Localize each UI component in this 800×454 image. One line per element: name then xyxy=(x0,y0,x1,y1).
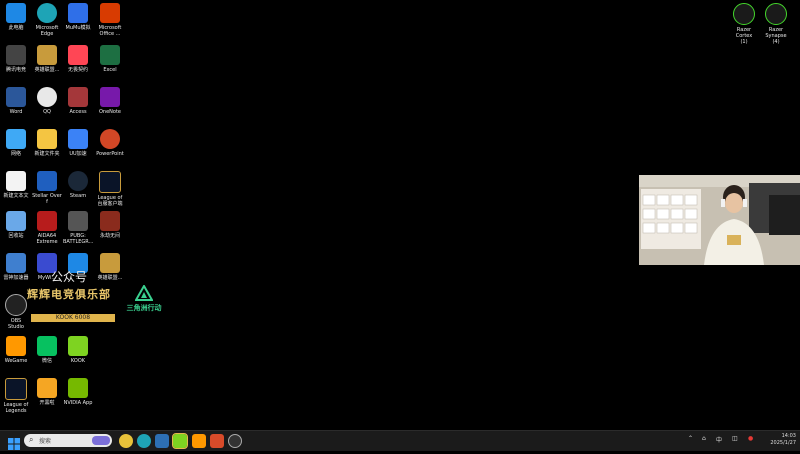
delta-force-logo: 三角洲行动 xyxy=(124,283,164,315)
valorant-icon xyxy=(68,45,88,65)
desktop-icon-onenote[interactable]: OneNote xyxy=(95,87,125,115)
windows-logo-icon xyxy=(8,438,20,450)
tray-razer-icon[interactable]: ● xyxy=(748,435,753,442)
taskbar-app-red-icon[interactable] xyxy=(210,434,224,448)
desktop: 此电脑 腾讯电竞 Word 网络 新建文本文 回收站 雷神加速器 OBS Stu… xyxy=(0,0,800,430)
qq-icon xyxy=(37,87,57,107)
desktop-icon-razer-cortex[interactable]: Razer Cortex (1) xyxy=(729,3,759,45)
desktop-icon-league[interactable]: League of Legends xyxy=(1,378,31,414)
tray-ime-label[interactable]: 中 xyxy=(716,435,722,444)
desktop-icon-edge[interactable]: Microsoft Edge xyxy=(32,3,62,37)
search-highlight-icon xyxy=(92,436,110,445)
obs-icon xyxy=(5,294,27,316)
steam-icon xyxy=(68,171,88,191)
pubg-icon xyxy=(68,211,88,231)
desktop-icon-kook[interactable]: KOOK xyxy=(63,336,93,364)
search-placeholder: 搜索 xyxy=(39,438,52,445)
webcam-overlay xyxy=(639,175,800,265)
desktop-icon-word[interactable]: Word xyxy=(1,87,31,115)
network-icon xyxy=(6,129,26,149)
club-sub-label: KOOK 6008 xyxy=(31,314,115,322)
delta-force-label: 三角洲行动 xyxy=(126,304,162,312)
lol-icon xyxy=(37,45,57,65)
lol-icon xyxy=(99,171,121,193)
tray-time: 14:03 xyxy=(781,433,796,439)
recycle-bin-icon xyxy=(6,211,26,231)
app-icon xyxy=(37,378,57,398)
nvidia-icon xyxy=(68,378,88,398)
desktop-icon-this-pc[interactable]: 此电脑 xyxy=(1,3,31,31)
tray-app-icon[interactable]: ◫ xyxy=(732,435,738,442)
kook-icon xyxy=(68,336,88,356)
search-icon: ⌕ xyxy=(29,435,34,444)
desktop-icon-stellar[interactable]: Stellar Over f xyxy=(32,171,62,205)
desktop-icon-access[interactable]: Access xyxy=(63,87,93,115)
tray-network-icon[interactable]: ⌂ xyxy=(702,435,706,442)
taskbar-obs-icon[interactable] xyxy=(228,434,242,448)
desktop-icon-valorant[interactable]: 无畏契约 xyxy=(63,45,93,73)
desktop-icon-text-file[interactable]: 新建文本文 xyxy=(1,171,31,199)
access-icon xyxy=(68,87,88,107)
desktop-icon-wechat[interactable]: 微信 xyxy=(32,336,62,364)
app-icon xyxy=(6,336,26,356)
desktop-icon-lol-tw[interactable]: League of 台服客户端 xyxy=(95,171,125,207)
word-icon xyxy=(6,87,26,107)
wechat-icon xyxy=(37,336,57,356)
desktop-icon-office[interactable]: Microsoft Office ... xyxy=(95,3,125,37)
start-button[interactable] xyxy=(8,435,20,450)
public-account-label: 公众号 xyxy=(51,270,88,284)
desktop-icon-nvidia[interactable]: NVIDIA App xyxy=(63,378,93,406)
desktop-icon-lol-cn[interactable]: 英雄联盟... xyxy=(32,45,62,73)
uu-icon xyxy=(68,129,88,149)
taskbar-wegame-icon[interactable] xyxy=(192,434,206,448)
desktop-icon-powerpoint[interactable]: PowerPoint xyxy=(95,129,125,157)
desktop-icon-folder[interactable]: 新建文件夹 xyxy=(32,129,62,157)
desktop-icon-mumu[interactable]: MuMu模拟 xyxy=(63,3,93,31)
desktop-icon-kaiheila[interactable]: 开黑啦 xyxy=(32,378,62,406)
desktop-icon-uu[interactable]: UU加速 xyxy=(63,129,93,157)
powerpoint-icon xyxy=(100,129,120,149)
lol-icon xyxy=(5,378,27,400)
delta-triangle-icon xyxy=(134,283,154,301)
club-banner-overlay: 公众号 辉辉电竞俱乐部 KOOK 6008 xyxy=(27,268,119,326)
taskbar-settings-icon[interactable] xyxy=(155,434,169,448)
mumu-icon xyxy=(68,3,88,23)
club-name-label: 辉辉电竞俱乐部 xyxy=(27,288,111,301)
desktop-icon-recycle-bin[interactable]: 回收站 xyxy=(1,211,31,239)
app-icon xyxy=(6,45,26,65)
tray-date: 2025/1/27 xyxy=(770,440,796,446)
razer-icon xyxy=(733,3,755,25)
desktop-icon-aida64[interactable]: AIDA64 Extreme xyxy=(32,211,62,245)
desktop-icon-qq[interactable]: QQ xyxy=(32,87,62,115)
taskbar-edge-icon[interactable] xyxy=(137,434,151,448)
taskbar-widget-icon[interactable] xyxy=(119,434,133,448)
app-icon xyxy=(37,171,57,191)
tray-chevron-up-icon[interactable]: ⌃ xyxy=(688,435,693,442)
desktop-icon-razer-synapse[interactable]: Razer Synapse (4) xyxy=(761,3,791,45)
desktop-icon-excel[interactable]: Excel xyxy=(95,45,125,73)
desktop-icon-steam[interactable]: Steam xyxy=(63,171,93,199)
office-icon xyxy=(100,3,120,23)
app-icon xyxy=(6,253,26,273)
taskbar-search-box[interactable]: ⌕ 搜索 xyxy=(24,434,112,447)
desktop-icon-wegame[interactable]: WeGame xyxy=(1,336,31,364)
aida64-icon xyxy=(37,211,57,231)
webcam-image xyxy=(639,175,800,265)
desktop-icon-naraka[interactable]: 永劫无间 xyxy=(95,211,125,239)
folder-icon xyxy=(37,129,57,149)
edge-icon xyxy=(37,3,57,23)
razer-icon xyxy=(765,3,787,25)
onenote-icon xyxy=(100,87,120,107)
desktop-icon-tencent[interactable]: 腾讯电竞 xyxy=(1,45,31,73)
desktop-icon-pubg[interactable]: PUBG: BATTLEGR... xyxy=(63,211,93,245)
text-file-icon xyxy=(6,171,26,191)
computer-icon xyxy=(6,3,26,23)
tray-clock[interactable]: 14:03 2025/1/27 xyxy=(766,433,796,447)
taskbar: ⌕ 搜索 ⌃ ⌂ 中 ◫ ● 14:03 2025/1/27 xyxy=(0,430,800,451)
taskbar-kook-icon[interactable] xyxy=(172,433,188,449)
game-icon xyxy=(100,211,120,231)
desktop-icon-network[interactable]: 网络 xyxy=(1,129,31,157)
excel-icon xyxy=(100,45,120,65)
